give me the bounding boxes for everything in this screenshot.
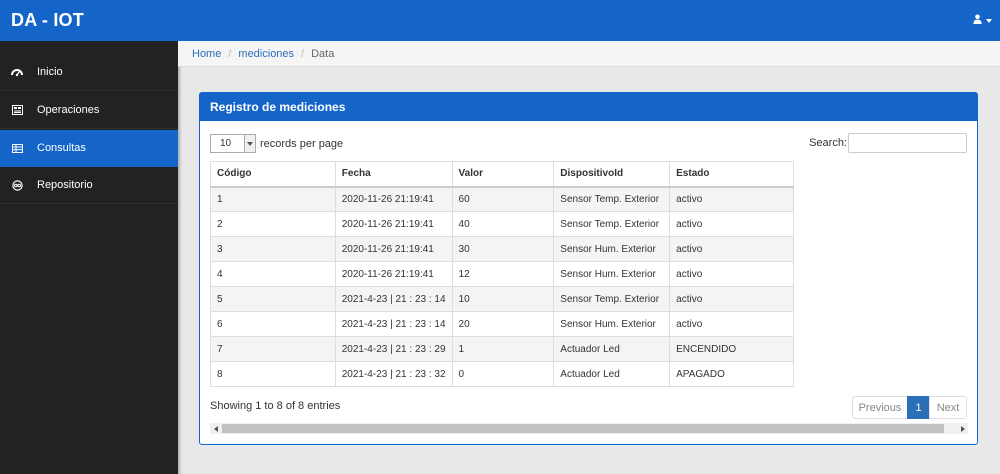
table-cell: 2	[210, 211, 336, 237]
table-cell: 2020-11-26 21:19:41	[334, 261, 453, 287]
table-cell: 2020-11-26 21:19:41	[334, 211, 453, 237]
user-icon	[973, 14, 982, 27]
table-cell: activo	[669, 261, 794, 287]
table-cell: 2020-11-26 21:19:41	[334, 236, 453, 262]
dashboard-icon	[10, 67, 24, 77]
breadcrumb-mediciones[interactable]: mediciones	[238, 48, 294, 60]
table-row: 8 2021-4-23 | 21 : 23 : 32 0 Actuador Le…	[210, 361, 794, 387]
column-header-estado[interactable]: Estado	[669, 161, 794, 188]
table-cell: Sensor Temp. Exterior	[553, 286, 671, 312]
search-label: Search:	[809, 137, 847, 149]
pagination: Previous 1 Next	[852, 396, 967, 419]
table-cell: Actuador Led	[553, 336, 671, 362]
table-cell: activo	[669, 311, 794, 337]
table-cell: 1	[451, 336, 555, 362]
table-cell: Sensor Temp. Exterior	[553, 211, 671, 237]
top-navbar: DA - IOT	[0, 0, 1000, 41]
user-menu-toggle[interactable]	[973, 14, 992, 27]
table-row: 3 2020-11-26 21:19:41 30 Sensor Hum. Ext…	[210, 236, 794, 262]
breadcrumb: Home / mediciones / Data	[178, 41, 1000, 67]
table-cell: 1	[210, 186, 336, 212]
table-cell: 4	[210, 261, 336, 287]
page-length-value: 10	[220, 138, 232, 149]
table-cell: 40	[451, 211, 555, 237]
chevron-down-icon	[986, 18, 992, 23]
sidebar-shadow	[178, 41, 182, 474]
column-header-dispositivoid[interactable]: DispositivoId	[553, 161, 671, 188]
table-cell: 2021-4-23 | 21 : 23 : 29	[334, 336, 453, 362]
page-length-select[interactable]: 10	[210, 134, 256, 153]
measurements-panel: Registro de mediciones 10 records per pa…	[199, 92, 978, 445]
table-cell: Sensor Hum. Exterior	[553, 236, 671, 262]
table-cell: 2020-11-26 21:19:41	[334, 186, 453, 212]
scroll-left-icon[interactable]	[210, 423, 221, 434]
table-cell: 7	[210, 336, 336, 362]
table-cell: 60	[451, 186, 555, 212]
page-1-button[interactable]: 1	[907, 396, 930, 419]
scrollbar-thumb[interactable]	[222, 424, 944, 433]
table-cell: Actuador Led	[553, 361, 671, 387]
scroll-right-icon[interactable]	[957, 423, 968, 434]
table-cell: 6	[210, 311, 336, 337]
breadcrumb-home[interactable]: Home	[192, 48, 221, 60]
sidebar-item-label: Consultas	[37, 142, 86, 154]
sidebar-item-repositorio[interactable]: Repositorio	[0, 167, 178, 204]
table-row: 5 2021-4-23 | 21 : 23 : 14 10 Sensor Tem…	[210, 286, 794, 312]
sidebar-item-label: Operaciones	[37, 104, 100, 116]
column-header-fecha[interactable]: Fecha	[334, 161, 453, 188]
horizontal-scrollbar[interactable]	[210, 423, 968, 434]
table-row: 7 2021-4-23 | 21 : 23 : 29 1 Actuador Le…	[210, 336, 794, 362]
table-cell: activo	[669, 211, 794, 237]
table-cell: Sensor Hum. Exterior	[553, 261, 671, 287]
sidebar-item-label: Repositorio	[37, 179, 93, 191]
breadcrumb-current: Data	[311, 47, 335, 60]
repository-icon	[10, 179, 24, 191]
table-cell: 20	[451, 311, 555, 337]
table-cell: ENCENDIDO	[669, 336, 794, 362]
table-cell: activo	[669, 186, 794, 212]
breadcrumb-separator: /	[301, 47, 305, 60]
sidebar-item-operaciones[interactable]: Operaciones	[0, 92, 178, 129]
sidebar-item-inicio[interactable]: Inicio	[0, 54, 178, 91]
column-header-valor[interactable]: Valor	[451, 161, 555, 188]
table-cell: Sensor Temp. Exterior	[553, 186, 671, 212]
table-cell: Sensor Hum. Exterior	[553, 311, 671, 337]
breadcrumb-separator: /	[228, 47, 232, 60]
sidebar: Inicio Operaciones Consultas Repositorio	[0, 41, 178, 474]
table-cell: activo	[669, 236, 794, 262]
table-cell: 5	[210, 286, 336, 312]
next-page-button[interactable]: Next	[929, 396, 967, 419]
table-cell: 10	[451, 286, 555, 312]
table-header-row: Código Fecha Valor DispositivoId Estado	[210, 161, 794, 188]
table-cell: 0	[451, 361, 555, 387]
chevron-down-icon	[244, 135, 255, 152]
table-cell: 12	[451, 261, 555, 287]
table-cell: 2021-4-23 | 21 : 23 : 14	[334, 286, 453, 312]
panel-title: Registro de mediciones	[200, 93, 977, 121]
table-cell: activo	[669, 286, 794, 312]
sidebar-item-consultas[interactable]: Consultas	[0, 130, 178, 167]
brand-title[interactable]: DA - IOT	[11, 10, 84, 31]
table-cell: 2021-4-23 | 21 : 23 : 32	[334, 361, 453, 387]
table-cell: 2021-4-23 | 21 : 23 : 14	[334, 311, 453, 337]
search-control: Search:	[809, 133, 967, 153]
table-icon	[10, 143, 24, 153]
table-row: 4 2020-11-26 21:19:41 12 Sensor Hum. Ext…	[210, 261, 794, 287]
operations-icon	[10, 105, 24, 115]
table-cell: APAGADO	[669, 361, 794, 387]
page-length-control: 10 records per page	[210, 134, 343, 153]
table-row: 1 2020-11-26 21:19:41 60 Sensor Temp. Ex…	[210, 186, 794, 212]
table-row: 2 2020-11-26 21:19:41 40 Sensor Temp. Ex…	[210, 211, 794, 237]
table-info: Showing 1 to 8 of 8 entries	[210, 400, 341, 412]
table-cell: 30	[451, 236, 555, 262]
measurements-table: Código Fecha Valor DispositivoId Estado …	[210, 161, 794, 387]
column-header-codigo[interactable]: Código	[210, 161, 336, 188]
sidebar-item-label: Inicio	[37, 66, 63, 78]
search-input[interactable]	[848, 133, 967, 153]
table-row: 6 2021-4-23 | 21 : 23 : 14 20 Sensor Hum…	[210, 311, 794, 337]
previous-page-button[interactable]: Previous	[852, 396, 908, 419]
table-cell: 8	[210, 361, 336, 387]
records-per-page-label: records per page	[260, 137, 344, 150]
table-cell: 3	[210, 236, 336, 262]
